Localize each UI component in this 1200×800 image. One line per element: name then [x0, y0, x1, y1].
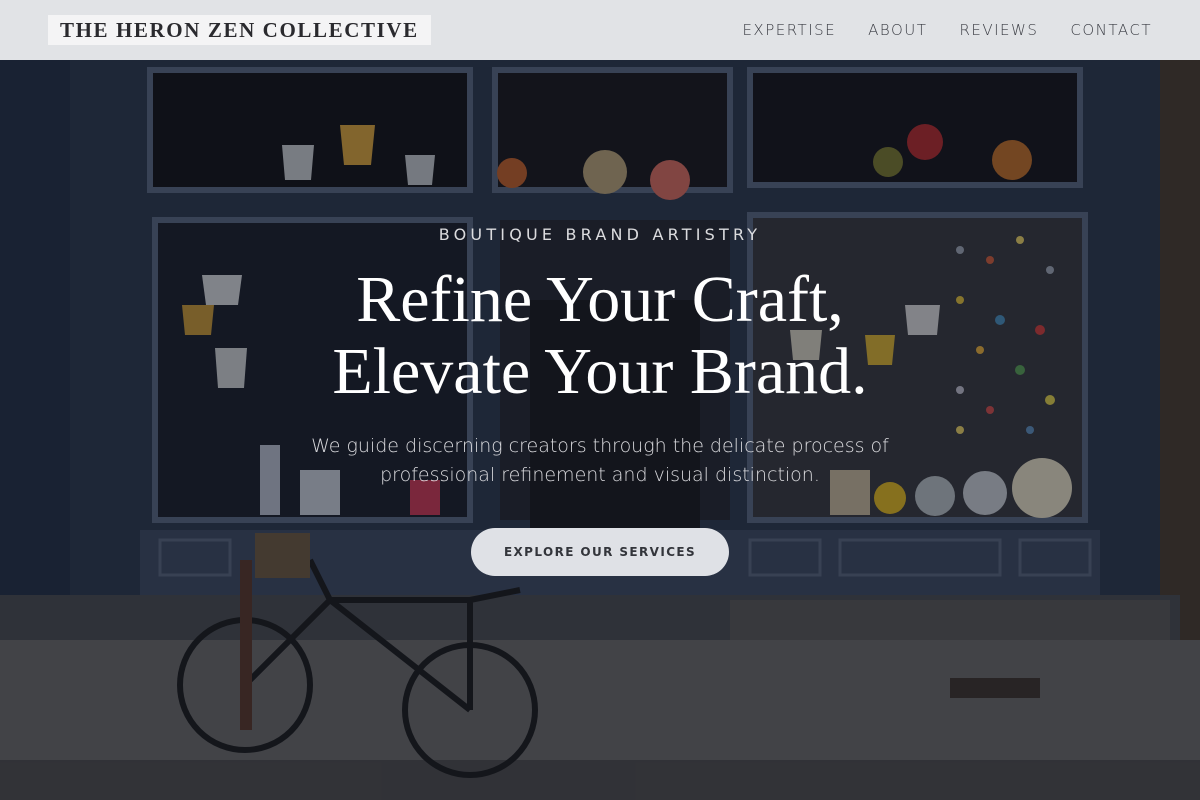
hero-subtitle: We guide discerning creators through the… — [311, 435, 889, 486]
hero-headline: Refine Your Craft, Elevate Your Brand. — [0, 264, 1200, 408]
hero-eyebrow: BOUTIQUE BRAND ARTISTRY — [438, 225, 762, 244]
explore-services-button[interactable]: EXPLORE OUR SERVICES — [471, 528, 729, 576]
hero-section: BOUTIQUE BRAND ARTISTRY Refine Your Craf… — [0, 0, 1200, 800]
headline-line-1: Refine Your Craft, — [356, 263, 844, 336]
headline-line-2: Elevate Your Brand. — [332, 335, 868, 408]
